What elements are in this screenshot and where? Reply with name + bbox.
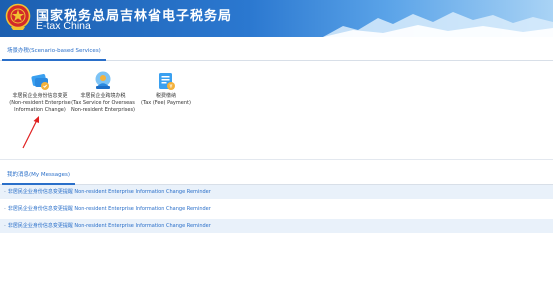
scenario-services-panel: 场景办税(Scenario-based Services) 非居民企业身份信息变… — [0, 37, 553, 160]
national-emblem-icon — [5, 3, 31, 30]
message-text[interactable]: 非居民企业身份信息变更提醒 Non-resident Enterprise In… — [8, 206, 211, 212]
annotation-arrow — [22, 116, 39, 149]
service-tax-payment[interactable]: ¥ 税费缴纳 (Tax (Fee) Payment) — [126, 70, 206, 107]
message-item[interactable]: - 非居民企业身份信息变更提醒 Non-resident Enterprise I… — [0, 202, 553, 216]
site-header: 国家税务总局吉林省电子税务局 E-tax China — [0, 0, 553, 37]
site-title-english: E-tax China — [36, 20, 91, 32]
tab-my-messages[interactable]: 我的消息(My Messages) — [2, 169, 76, 185]
message-item[interactable]: - 非居民企业身份信息变更提醒 Non-resident Enterprise I… — [0, 185, 553, 199]
bullet-dash-icon: - — [4, 206, 6, 212]
bullet-dash-icon: - — [4, 223, 6, 229]
message-item[interactable]: - 非居民企业身份信息变更提醒 Non-resident Enterprise I… — [0, 219, 553, 233]
service-label-line1: 税费缴纳 — [155, 93, 176, 99]
tab-scenario-services[interactable]: 场景办税(Scenario-based Services) — [2, 45, 106, 61]
messages-tab-bar: 我的消息(My Messages) — [0, 169, 553, 185]
service-label-line3: Non-resident Enterprises) — [70, 107, 136, 113]
my-messages-panel: 我的消息(My Messages) - 非居民企业身份信息变更提醒 Non-res… — [0, 169, 553, 235]
scenario-tab-bar: 场景办税(Scenario-based Services) — [0, 45, 553, 61]
tax-payment-icon: ¥ — [159, 73, 175, 90]
svg-text:¥: ¥ — [169, 84, 172, 90]
bullet-dash-icon: - — [4, 189, 6, 195]
mountain-skyline-decoration — [323, 12, 553, 37]
message-text[interactable]: 非居民企业身份信息变更提醒 Non-resident Enterprise In… — [8, 223, 211, 229]
id-card-icon — [31, 74, 49, 90]
person-globe-icon — [95, 71, 111, 89]
message-text[interactable]: 非居民企业身份信息变更提醒 Non-resident Enterprise In… — [8, 189, 211, 195]
service-label-line2: (Tax (Fee) Payment) — [141, 100, 191, 106]
